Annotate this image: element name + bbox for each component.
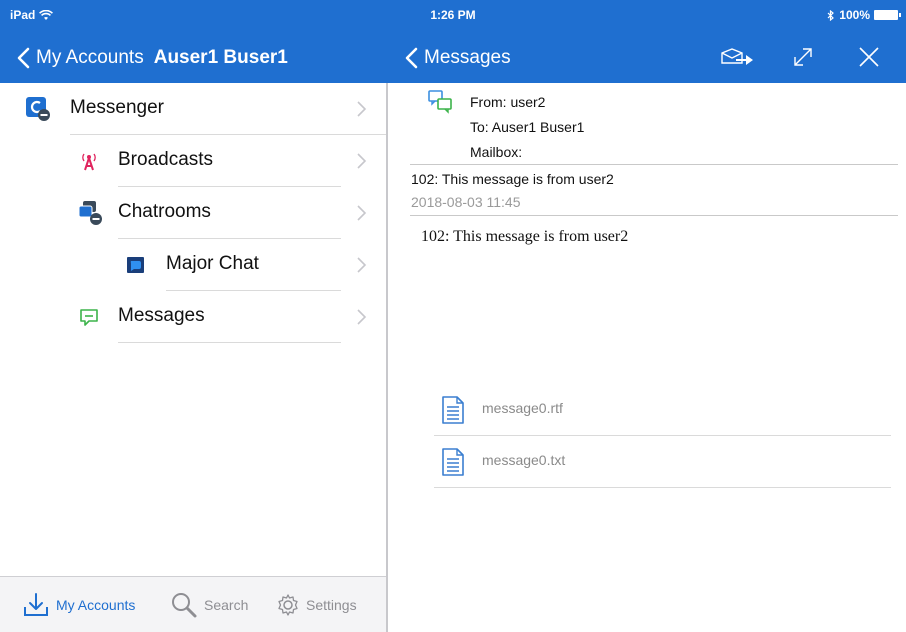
chevron-right-icon: [357, 153, 367, 169]
sidebar-item-label: Messenger: [70, 97, 164, 118]
close-icon[interactable]: [852, 40, 886, 74]
sidebar-item-chatrooms[interactable]: Chatrooms: [0, 187, 386, 239]
forward-icon[interactable]: [720, 40, 754, 74]
document-icon: [442, 396, 464, 424]
status-carrier: iPad: [10, 8, 54, 22]
sidebar-item-label: Messages: [118, 305, 205, 326]
row-separator: [118, 342, 341, 343]
message-subject: 102: This message is from user2: [411, 171, 614, 187]
sidebar-item-messages[interactable]: Messages: [0, 291, 386, 343]
attachment-name: message0.txt: [482, 452, 566, 468]
message-detail: From: user2 To: Auser1 Buser1 Mailbox: 1…: [388, 83, 906, 632]
download-icon: [24, 593, 48, 616]
sidebar-item-major-chat[interactable]: Major Chat: [0, 239, 386, 291]
tab-label: Settings: [306, 597, 357, 613]
subject-rule: [410, 215, 898, 216]
to-line: To: Auser1 Buser1: [470, 119, 585, 135]
tab-label: Search: [204, 597, 249, 613]
status-bar: iPad 1:26 PM 100%: [0, 0, 906, 32]
gear-icon: [278, 594, 298, 616]
from-line: From: user2: [470, 94, 546, 110]
chevron-right-icon: [357, 205, 367, 221]
tab-label: My Accounts: [56, 597, 136, 613]
status-battery: 100%: [827, 8, 901, 22]
message-actions: [720, 40, 886, 74]
back-to-accounts-button[interactable]: [10, 42, 36, 74]
attachment-item[interactable]: message0.rtf: [434, 384, 891, 436]
app-header: iPad 1:26 PM 100% My Accounts Auser1 Bus…: [0, 0, 906, 83]
account-tree: Messenger Broadcasts Chatrooms Major Cha…: [0, 83, 386, 576]
bluetooth-icon: [827, 9, 835, 21]
chatrooms-icon: [78, 200, 104, 226]
broadcast-icon: [78, 150, 100, 172]
chevron-left-icon: [405, 47, 418, 68]
sidebar-item-label: Chatrooms: [118, 201, 211, 222]
chevron-right-icon: [357, 257, 367, 273]
wifi-icon: [39, 9, 54, 20]
tab-my-accounts[interactable]: My Accounts: [22, 577, 135, 632]
document-icon: [442, 448, 464, 476]
message-date: 2018-08-03 11:45: [411, 194, 521, 210]
left-nav-bar: My Accounts Auser1 Buser1: [0, 32, 386, 83]
sidebar-item-label: Major Chat: [166, 253, 259, 274]
tab-bar: My Accounts Search Settings: [0, 576, 386, 632]
row-separator: [434, 487, 891, 488]
messenger-icon: [25, 96, 51, 122]
chevron-right-icon: [357, 309, 367, 325]
sidebar-item-messenger[interactable]: Messenger: [0, 83, 386, 135]
messages-back-label[interactable]: Messages: [424, 47, 511, 69]
chevron-right-icon: [357, 101, 367, 117]
chevron-left-icon: [17, 47, 30, 68]
battery-percent: 100%: [839, 8, 870, 22]
status-time: 1:26 PM: [430, 8, 476, 22]
message-body: 102: This message is from user2: [421, 228, 629, 245]
mailbox-line: Mailbox:: [470, 144, 523, 160]
account-title: Auser1 Buser1: [153, 46, 288, 68]
device-label: iPad: [10, 8, 36, 22]
back-to-messages-button[interactable]: [398, 42, 424, 74]
right-nav-bar: Messages: [388, 32, 906, 83]
attachment-name: message0.rtf: [482, 400, 563, 416]
battery-icon: [874, 10, 901, 20]
message-icon: [78, 306, 100, 328]
message-thread-icon: [428, 90, 452, 114]
attachment-item[interactable]: message0.txt: [434, 436, 891, 488]
tab-settings[interactable]: Settings: [276, 577, 357, 632]
search-icon: [172, 593, 197, 618]
sidebar-item-broadcasts[interactable]: Broadcasts: [0, 135, 386, 187]
sidebar-item-label: Broadcasts: [118, 149, 214, 170]
back-label[interactable]: My Accounts: [36, 47, 144, 69]
header-rule: [410, 164, 898, 165]
expand-icon[interactable]: [786, 40, 820, 74]
tab-search[interactable]: Search: [170, 577, 248, 632]
chat-room-icon: [125, 254, 147, 276]
